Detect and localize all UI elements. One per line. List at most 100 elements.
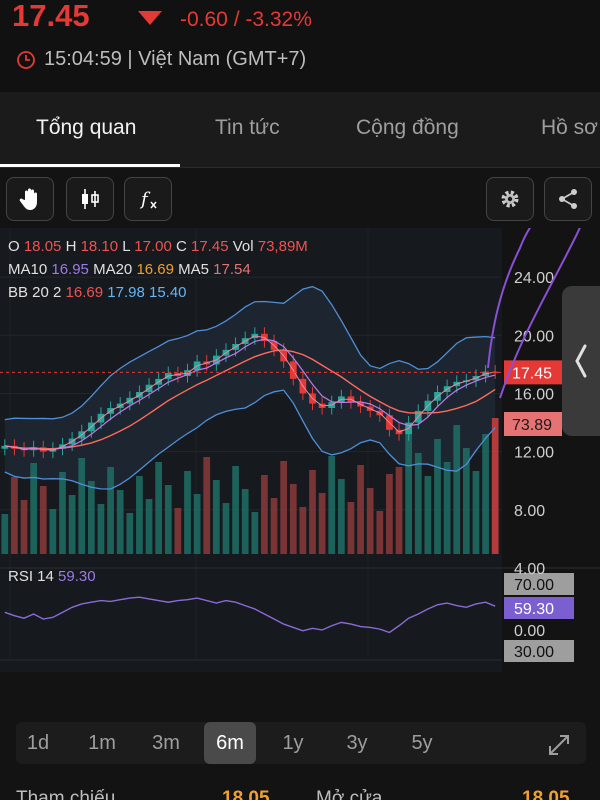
volume-bar <box>155 462 163 554</box>
price-chart[interactable]: 70.00 59.30 0.00 30.00 24.00 20.00 16.00 12.00… <box>0 148 600 698</box>
volume-bar <box>212 480 220 554</box>
volume-bar <box>289 484 297 554</box>
quote-header: 17.45 -0.60 / -3.32% 15:04:59 | Việt Nam… <box>0 0 600 92</box>
collapse-panel-tab[interactable] <box>562 286 600 436</box>
volume-bar <box>1 514 9 554</box>
tab-news[interactable]: Tin tức <box>215 116 280 140</box>
volume-bar <box>97 504 105 554</box>
volume-bar <box>222 503 230 554</box>
volume-bar <box>78 458 86 554</box>
volume-bar <box>414 453 422 554</box>
volume-bar <box>49 509 57 554</box>
price-change: -0.60 / -3.32% <box>180 8 312 31</box>
volume-bar <box>443 462 451 554</box>
tab-profile[interactable]: Hồ sơ <box>541 116 598 140</box>
range-3m[interactable]: 3m <box>140 722 192 764</box>
volume-bar <box>270 498 278 554</box>
volume-bar <box>328 456 336 554</box>
range-1m[interactable]: 1m <box>76 722 128 764</box>
drag-mode-button[interactable] <box>6 177 54 221</box>
reference-value: 18.05 <box>222 788 270 800</box>
rsi-legend: RSI 14 59.30 <box>8 568 96 585</box>
volume-bar <box>184 471 191 554</box>
rsi-tag: 70.00 <box>514 577 554 594</box>
bb-legend: BB 20 2 16.69 17.98 15.40 <box>8 284 187 301</box>
hand-icon <box>19 188 37 210</box>
volume-bar <box>251 512 259 554</box>
tab-overview[interactable]: Tổng quan <box>36 116 136 140</box>
settings-button[interactable] <box>486 177 534 221</box>
volume-bar <box>87 481 95 554</box>
volume-bar <box>472 471 480 554</box>
reference-label: Tham chiếu <box>16 788 116 800</box>
time-range-bar: 1d 1m 3m 6m 1y 3y 5y <box>0 708 600 768</box>
indicator-button[interactable]: f <box>124 177 172 221</box>
timestamp: 15:04:59 | Việt Nam (GMT+7) <box>44 48 307 70</box>
volume-bar <box>107 467 114 554</box>
tab-community[interactable]: Cộng đồng <box>356 116 459 140</box>
range-5y[interactable]: 5y <box>396 722 448 764</box>
volume-bar <box>347 502 355 554</box>
time-row: 15:04:59 | Việt Nam (GMT+7) <box>16 48 306 71</box>
svg-text:f: f <box>139 189 151 210</box>
range-3y[interactable]: 3y <box>331 722 383 764</box>
volume-bar-last <box>491 418 499 554</box>
share-button[interactable] <box>544 177 592 221</box>
ma-legend: MA10 16.95 MA20 16.69 MA5 17.54 <box>8 261 251 278</box>
active-tab-indicator <box>0 164 180 167</box>
volume-bar <box>241 489 249 554</box>
tab-bar: Tổng quan Tin tức Cộng đồng Hồ sơ <box>0 92 600 168</box>
range-1d[interactable]: 1d <box>12 722 64 764</box>
volume-bar <box>30 463 38 554</box>
volume-bar <box>174 508 182 554</box>
volume-bar <box>357 465 364 554</box>
volume-bar <box>193 494 201 554</box>
volume-bar <box>309 470 316 554</box>
price-tick-label: 4.00 <box>514 561 545 578</box>
volume-bar <box>59 472 66 554</box>
price-tick-label: 8.00 <box>514 503 545 520</box>
volume-bar <box>405 430 413 554</box>
volume-bar <box>164 485 172 554</box>
volume-bar <box>232 466 239 554</box>
chevron-left-icon <box>575 344 587 378</box>
down-arrow-icon <box>138 11 162 25</box>
volume-bar <box>145 499 153 554</box>
function-icon: f <box>139 189 157 210</box>
volume-bar <box>261 475 268 554</box>
volume-bar <box>453 425 461 554</box>
volume-bar <box>68 495 76 554</box>
rsi-tag: 30.00 <box>514 644 554 661</box>
volume-bar <box>376 511 384 554</box>
last-price: 17.45 <box>12 0 90 33</box>
rsi-tag: 59.30 <box>514 601 554 618</box>
volume-bar <box>116 490 124 554</box>
open-value: 18.05 <box>522 788 570 800</box>
rsi-tag: 0.00 <box>514 623 545 640</box>
price-tick-label: 24.00 <box>514 270 554 287</box>
volume-bar <box>136 476 143 554</box>
candlestick-icon <box>82 189 99 209</box>
current-price-tag: 17.45 <box>512 365 552 382</box>
volume-bar <box>299 507 307 554</box>
volume-bar <box>39 486 47 554</box>
share-icon <box>559 189 577 209</box>
expand-icon[interactable] <box>546 732 572 758</box>
range-1y[interactable]: 1y <box>267 722 319 764</box>
volume-bar <box>20 500 28 554</box>
open-label: Mở cửa <box>316 788 383 800</box>
volume-bar <box>337 479 345 554</box>
price-tick-label: 16.00 <box>514 386 554 403</box>
stats-row: Tham chiếu 18.05 Mở cửa 18.05 <box>0 780 600 800</box>
volume-bar <box>318 493 326 554</box>
price-tick-label: 12.00 <box>514 445 554 462</box>
volume-bar <box>424 476 432 554</box>
volume-bar <box>366 488 374 554</box>
range-6m[interactable]: 6m <box>204 722 256 764</box>
volume-bar <box>203 457 211 554</box>
volume-tag: 73.89 <box>512 417 552 434</box>
price-tick-label: 20.00 <box>514 328 554 345</box>
clock-icon <box>17 50 35 69</box>
candle-type-button[interactable] <box>66 177 114 221</box>
gear-icon <box>501 190 519 208</box>
